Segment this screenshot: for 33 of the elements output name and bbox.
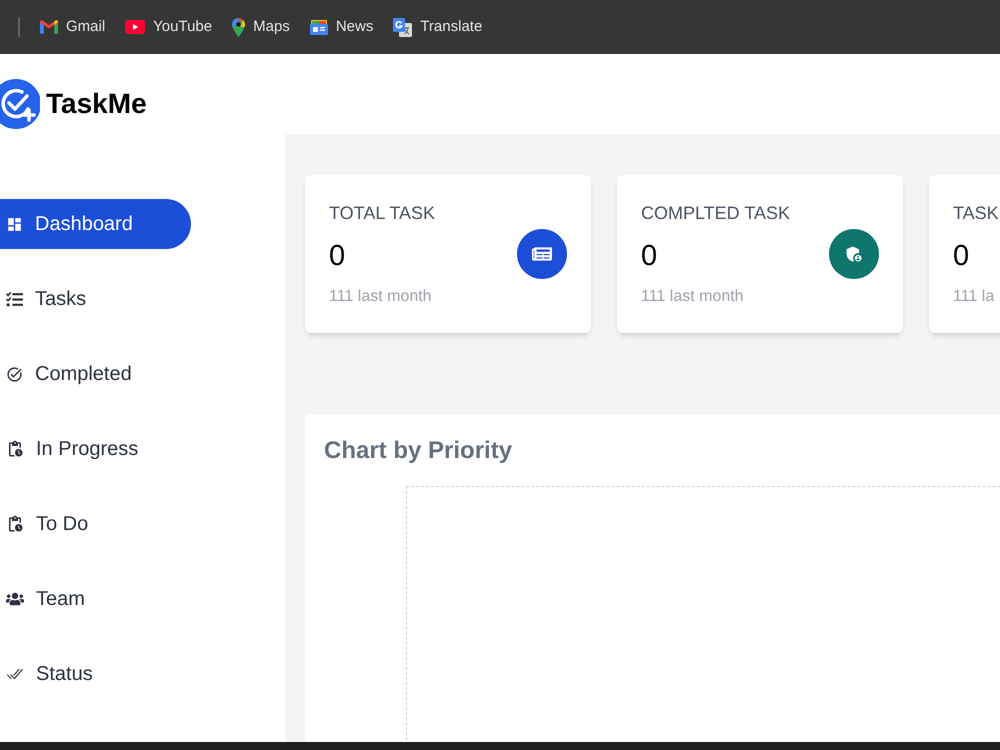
sidebar-item[interactable]: To Do <box>0 499 191 549</box>
users-icon <box>6 590 24 608</box>
clipboard-clock-icon <box>6 440 24 458</box>
sidebar-item[interactable]: Tasks <box>0 274 191 324</box>
bookmark-link[interactable]: YouTube <box>125 16 212 38</box>
checklist-icon <box>6 290 23 308</box>
bookmark-link[interactable]: Gmail <box>40 16 106 38</box>
sidebar-item[interactable]: Dashboard <box>0 199 191 249</box>
app-title: TaskMe <box>46 90 147 118</box>
dashboard-icon <box>6 216 23 232</box>
sidebar-item[interactable]: Completed <box>0 349 191 399</box>
clipboard-clock-icon <box>6 515 24 533</box>
stat-value: 0 <box>953 239 970 274</box>
play-icon <box>125 20 146 34</box>
chart-title: Chart by Priority <box>324 439 512 463</box>
mail-icon <box>40 20 58 34</box>
stat-value: 0 <box>329 239 346 274</box>
stat-title: COMPLTED TASK <box>641 202 790 225</box>
sidebar-item[interactable]: Status <box>0 649 191 699</box>
bookmark-link[interactable]: News <box>310 16 374 38</box>
map-pin-icon <box>232 18 246 36</box>
sidebar-item[interactable]: In Progress <box>0 424 191 474</box>
stat-note: 111 last month <box>329 287 433 307</box>
translate-icon <box>393 18 412 36</box>
stat-value: 0 <box>641 239 658 274</box>
newspaper-icon <box>310 20 328 34</box>
stat-title: TOTAL TASK <box>329 202 436 225</box>
stat-note: 111 la <box>953 287 996 307</box>
stat-title: TASK <box>953 202 999 225</box>
sidebar-item[interactable]: Team <box>0 574 191 624</box>
bookmark-link[interactable]: Translate <box>393 16 482 38</box>
stat-note: 111 last month <box>641 287 745 307</box>
bookmark-link[interactable]: Maps <box>232 16 290 38</box>
